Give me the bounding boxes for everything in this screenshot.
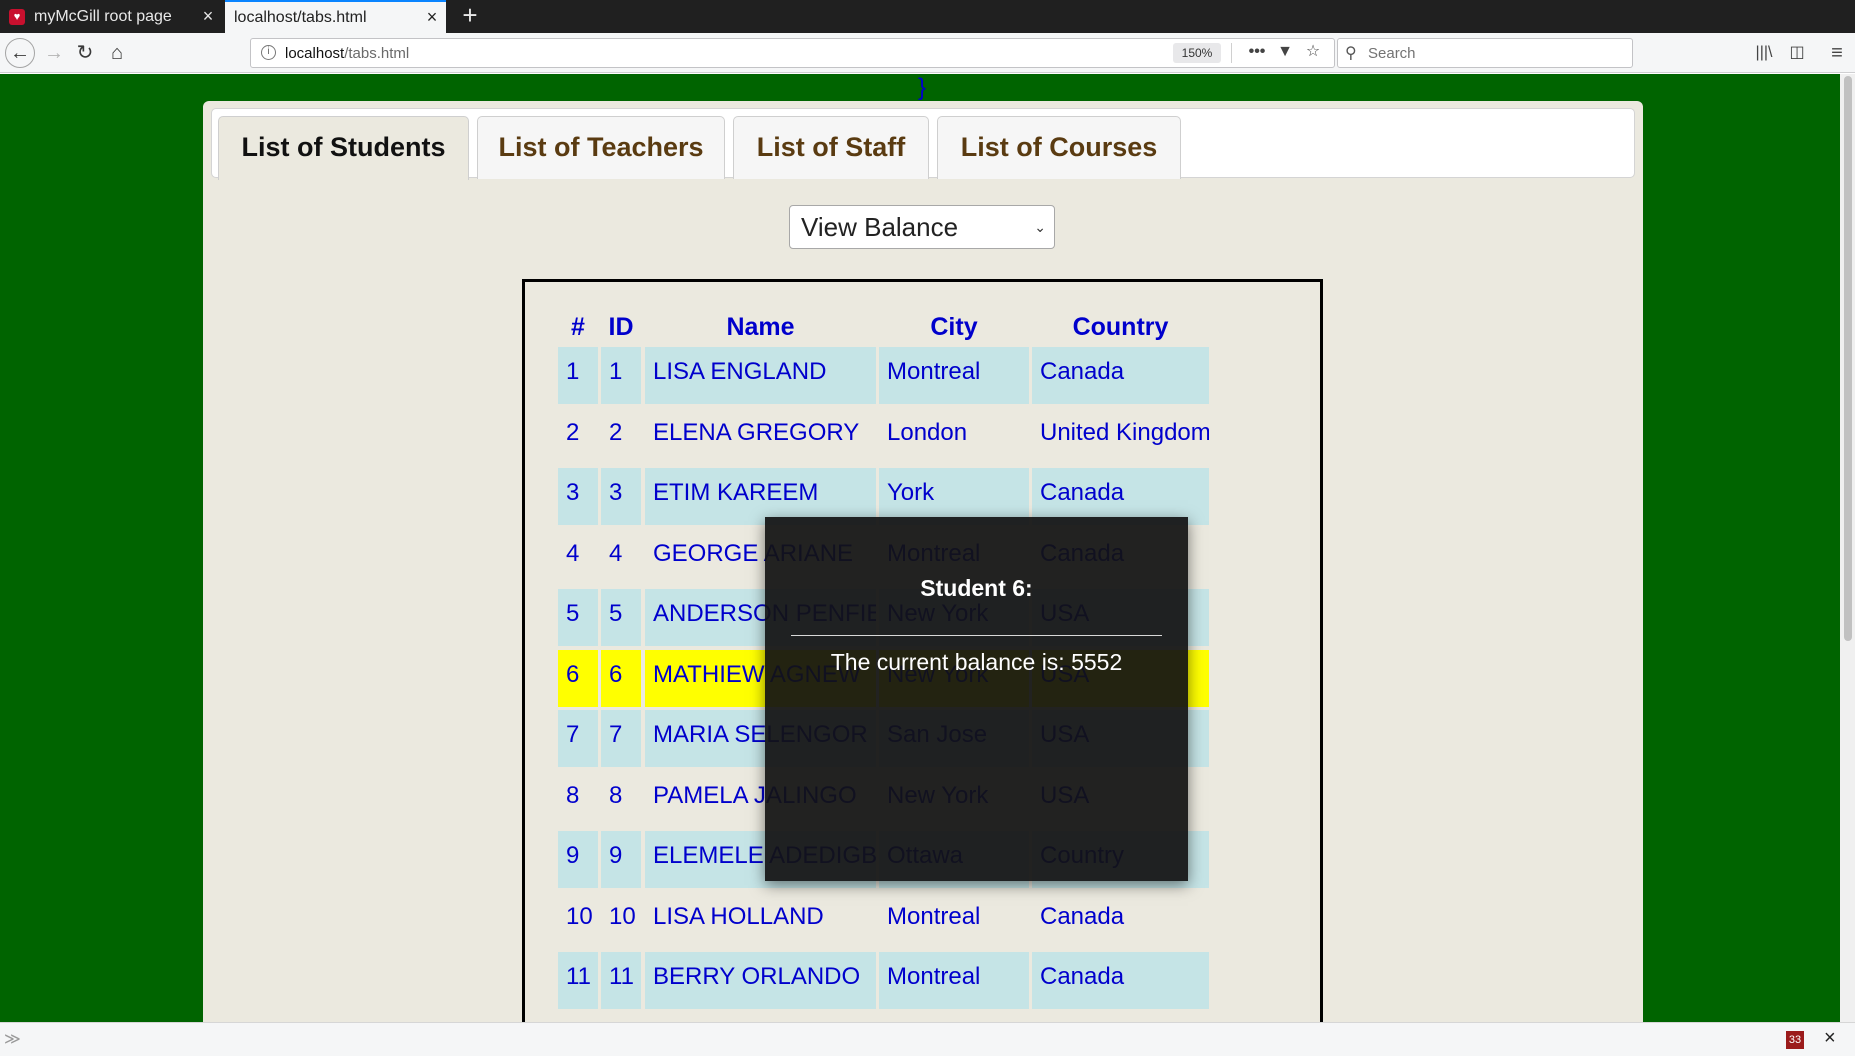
divider — [791, 635, 1162, 636]
cell-name: LISA HOLLAND — [653, 902, 824, 930]
cell-id: 10 — [609, 902, 636, 930]
tab-list-of-students[interactable]: List of Students — [218, 116, 469, 180]
cell-id: 11 — [601, 952, 641, 1009]
table-row[interactable]: 11 11 BERRY ORLANDO Montreal Canada — [525, 952, 1320, 1009]
cell-name: LISA ENGLAND — [645, 347, 876, 404]
divider — [1231, 43, 1232, 63]
tab-strip: List of Students List of Teachers List o… — [211, 108, 1635, 180]
cell-number: 9 — [558, 831, 598, 888]
column-header-country: Country — [1072, 313, 1169, 341]
cell-number: 6 — [558, 649, 598, 707]
url-text: localhost/tabs.html — [285, 45, 409, 62]
chevron-down-icon: ⌄ — [1034, 219, 1046, 235]
status-bar: ≫ 33 × — [0, 1022, 1855, 1056]
cell-city: Montreal — [879, 952, 1029, 1009]
modal-title: Student 6: — [920, 575, 1033, 601]
cell-country: Canada — [1032, 347, 1209, 404]
action-select[interactable]: View Balance ⌄ — [789, 205, 1055, 249]
cell-city: Montreal — [887, 902, 981, 930]
search-input[interactable]: ⚲ Search — [1337, 38, 1633, 68]
mcgill-shield-icon: ♥ — [9, 8, 25, 25]
browser-toolbar: ← → ↻ ⌂ i localhost/tabs.html 150% ••• ▼… — [0, 33, 1855, 73]
close-tab-icon[interactable]: × — [194, 6, 222, 27]
browser-tab-title: localhost/tabs.html — [234, 8, 367, 26]
url-host: localhost — [285, 45, 345, 62]
stray-text: } — [918, 74, 927, 101]
pocket-icon[interactable]: ▼ — [1274, 41, 1296, 63]
cell-id: 4 — [609, 539, 623, 567]
cell-number: 10 — [566, 902, 593, 930]
browser-tab-tabs-html[interactable]: localhost/tabs.html × — [225, 0, 446, 33]
tab-list-of-courses[interactable]: List of Courses — [937, 116, 1181, 179]
table-row[interactable]: 2 2 ELENA GREGORY London United Kingdom — [525, 408, 1320, 465]
cell-country: Canada — [1040, 902, 1125, 930]
cell-number: 4 — [566, 539, 580, 567]
cell-id: 5 — [601, 589, 641, 646]
site-info-icon[interactable]: i — [261, 45, 276, 60]
close-icon[interactable]: × — [1824, 1027, 1836, 1050]
page-actions-icon[interactable]: ••• — [1246, 41, 1268, 63]
cell-id: 7 — [601, 710, 641, 767]
back-button[interactable]: ← — [5, 38, 35, 68]
column-header-name: Name — [726, 313, 795, 341]
cell-id: 8 — [609, 781, 623, 809]
browser-tab-mcgill[interactable]: ♥ myMcGill root page × — [0, 0, 222, 33]
zoom-level-badge[interactable]: 150% — [1173, 43, 1221, 63]
cell-id: 6 — [601, 649, 641, 707]
scrollbar-thumb[interactable] — [1844, 76, 1852, 641]
cell-number: 2 — [566, 418, 580, 446]
page-viewport: } List of Students List of Teachers List… — [0, 74, 1855, 1022]
cell-id: 2 — [609, 418, 623, 446]
cell-id: 1 — [601, 347, 641, 404]
cell-id: 9 — [601, 831, 641, 888]
library-icon[interactable]: |||\ — [1752, 41, 1776, 65]
url-path: /tabs.html — [344, 45, 410, 62]
table-row[interactable]: 1 1 LISA ENGLAND Montreal Canada — [525, 347, 1320, 404]
forward-button[interactable]: → — [40, 39, 68, 67]
cell-country: Canada — [1032, 952, 1209, 1009]
close-tab-icon[interactable]: × — [418, 7, 446, 28]
column-header-city: City — [930, 313, 978, 341]
new-tab-button[interactable]: + — [454, 0, 486, 33]
cell-name: ELENA GREGORY — [653, 418, 860, 446]
reload-button[interactable]: ↻ — [71, 39, 99, 67]
browser-tab-strip: ♥ myMcGill root page × localhost/tabs.ht… — [0, 0, 1855, 33]
bookmark-star-icon[interactable]: ☆ — [1302, 41, 1324, 63]
cell-country: United Kingdom — [1040, 418, 1209, 446]
cell-number: 5 — [558, 589, 598, 646]
search-placeholder: Search — [1368, 45, 1416, 62]
cell-city: London — [887, 418, 968, 446]
cell-number: 8 — [566, 781, 580, 809]
tab-list-of-teachers[interactable]: List of Teachers — [477, 116, 725, 179]
column-header-number: # — [571, 313, 585, 341]
cell-name: BERRY ORLANDO — [645, 952, 876, 1009]
modal-message: The current balance is: 5552 — [830, 649, 1123, 675]
action-select-value: View Balance — [801, 212, 959, 242]
tab-list-of-staff[interactable]: List of Staff — [733, 116, 929, 179]
browser-tab-title: myMcGill root page — [34, 7, 172, 25]
table-row[interactable]: 10 10 LISA HOLLAND Montreal Canada — [525, 892, 1320, 949]
hamburger-menu-icon[interactable]: ≡ — [1825, 41, 1849, 65]
scrollbar[interactable] — [1840, 74, 1855, 1022]
search-icon: ⚲ — [1345, 45, 1357, 62]
cell-number: 11 — [558, 952, 598, 1009]
cell-id: 3 — [601, 468, 641, 525]
cell-city: Montreal — [879, 347, 1029, 404]
table-header-row: # ID Name City Country — [525, 309, 1320, 345]
column-header-id: ID — [608, 313, 634, 341]
cell-number: 3 — [558, 468, 598, 525]
cell-number: 7 — [558, 710, 598, 767]
expand-arrow-icon[interactable]: ≫ — [4, 1029, 21, 1049]
cell-number: 1 — [558, 347, 598, 404]
sidebar-toggle-icon[interactable]: ◫ — [1785, 41, 1809, 65]
home-button[interactable]: ⌂ — [103, 39, 131, 67]
notification-badge[interactable]: 33 — [1786, 1031, 1804, 1049]
address-bar[interactable]: i localhost/tabs.html 150% ••• ▼ ☆ — [250, 38, 1335, 68]
balance-modal[interactable]: Student 6: The current balance is: 5552 — [765, 517, 1188, 881]
